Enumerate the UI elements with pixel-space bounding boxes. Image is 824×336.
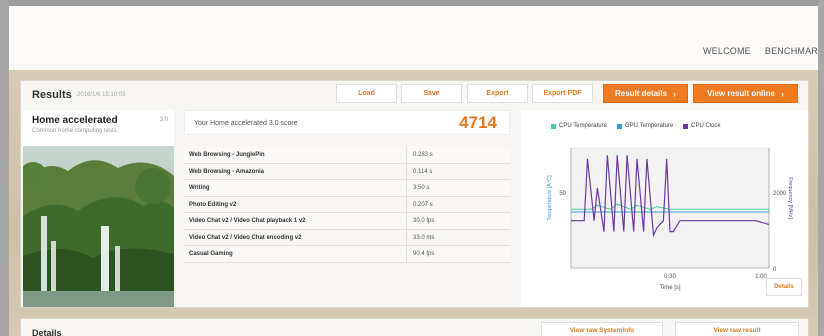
- legend-swatch: [551, 123, 556, 129]
- monitoring-line-chart: Temperature [A°C] Frequency [MHz] 50 200…: [547, 147, 793, 291]
- x-axis-label: Time [s]: [659, 285, 680, 291]
- window-right-frame: [818, 0, 824, 336]
- view-raw-sysinfo-button[interactable]: View raw SystemInfo: [541, 322, 663, 336]
- y-tick-right: 2000: [773, 191, 787, 197]
- view-result-online-label: View result online: [707, 89, 775, 98]
- subtest-value: 30.0 fps: [413, 218, 435, 224]
- results-title: Results: [32, 89, 72, 101]
- chart-legend: CPU Temperature GPU Temperature CPU Cloc…: [551, 123, 721, 129]
- results-panel: Results 2016/1/6 15:10:03 Load Save Expo…: [20, 80, 809, 308]
- subtest-value: 0.207 s: [413, 201, 433, 208]
- legend-item-cpu-clock[interactable]: CPU Clock: [683, 123, 721, 129]
- subtest-name: Casual Gaming: [189, 251, 233, 257]
- details-title: Details: [32, 328, 62, 336]
- monitoring-chart-card: CPU Temperature GPU Temperature CPU Cloc…: [521, 110, 808, 307]
- result-details-label: Result details: [614, 89, 667, 98]
- legend-swatch: [683, 123, 689, 129]
- details-panel: Details View raw SystemInfo View raw res…: [20, 318, 809, 336]
- load-button[interactable]: Load: [336, 84, 397, 103]
- score-value: 4714: [459, 113, 497, 132]
- test-subtitle: Common home computing tests: [32, 128, 117, 134]
- table-row: Web Browsing - Amazonia 0.114 s: [184, 163, 510, 180]
- export-button[interactable]: Export: [467, 84, 528, 103]
- test-name: Home accelerated: [32, 115, 118, 126]
- subtest-name: Video Chat v2 / Video Chat playback 1 v2: [189, 218, 306, 224]
- welcome-area: WELCOME BENCHMAR: [703, 46, 818, 56]
- x-tick: 0:30: [664, 274, 676, 280]
- subtest-value: 90.4 fps: [413, 251, 435, 257]
- legend-label: CPU Temperature: [559, 123, 607, 129]
- test-waterfall-image: [23, 146, 174, 307]
- results-date: 2016/1/6 15:10:03: [77, 92, 126, 98]
- welcome-label: WELCOME: [702, 46, 751, 56]
- subtest-name: Photo Editing v2: [189, 201, 237, 208]
- table-row: Photo Editing v2 0.207 s: [184, 196, 510, 213]
- legend-swatch: [616, 123, 622, 129]
- subtest-value: 0.283 s: [413, 152, 433, 158]
- subtest-name: Web Browsing - JunglePin: [189, 152, 265, 158]
- legend-item-cpu-temperature[interactable]: CPU Temperature: [551, 123, 607, 129]
- y-axis-label-right: Frequency [MHz]: [787, 177, 793, 219]
- test-card: Home accelerated Common home computing t…: [23, 110, 174, 307]
- chevron-right-icon: ›: [780, 88, 784, 99]
- export-pdf-button[interactable]: Export PDF: [532, 84, 593, 103]
- subtest-table: Web Browsing - JunglePin 0.283 s Web Brow…: [184, 147, 510, 263]
- table-row: Web Browsing - JunglePin 0.283 s: [184, 147, 510, 164]
- user-menu[interactable]: BENCHMAR: [765, 46, 818, 56]
- legend-label: CPU Clock: [691, 123, 721, 129]
- subtest-name: Video Chat v2 / Video Chat encoding v2: [189, 234, 302, 241]
- result-details-button[interactable]: Result details ›: [603, 84, 688, 103]
- chevron-right-icon: ›: [673, 88, 676, 99]
- test-version: 3.0: [159, 117, 168, 123]
- view-result-online-button[interactable]: View result online ›: [693, 84, 798, 103]
- subtest-name: Writing: [189, 185, 210, 191]
- table-row: Casual Gaming 90.4 fps: [184, 246, 510, 263]
- score-card: Your Home accelerated 3.0 score 4714: [184, 110, 510, 135]
- legend-label: GPU Temperature: [624, 123, 674, 129]
- subtest-value: 0.114 s: [413, 168, 433, 175]
- y-tick-left: 50: [559, 191, 566, 197]
- y-axis-label-left: Temperature [A°C]: [547, 175, 553, 221]
- view-raw-result-button[interactable]: View raw result: [675, 322, 799, 336]
- table-row: Video Chat v2 / Video Chat encoding v2 33…: [184, 229, 510, 246]
- legend-item-gpu-temperature[interactable]: GPU Temperature: [616, 123, 674, 129]
- app-header: WELCOME BENCHMAR: [9, 6, 818, 70]
- subtest-name: Web Browsing - Amazonia: [189, 168, 265, 175]
- score-label: Your Home accelerated 3.0 score: [194, 120, 298, 127]
- table-row: Writing 3.50 s: [184, 180, 510, 197]
- chart-details-button[interactable]: Details: [766, 278, 802, 296]
- subtest-value: 3.50 s: [413, 185, 430, 191]
- window-left-frame: [0, 0, 9, 336]
- subtest-value: 33.0 ms: [413, 234, 435, 241]
- table-row: Video Chat v2 / Video Chat playback 1 v2…: [184, 213, 510, 230]
- y-tick-right: 0: [773, 267, 777, 273]
- save-button[interactable]: Save: [401, 84, 462, 103]
